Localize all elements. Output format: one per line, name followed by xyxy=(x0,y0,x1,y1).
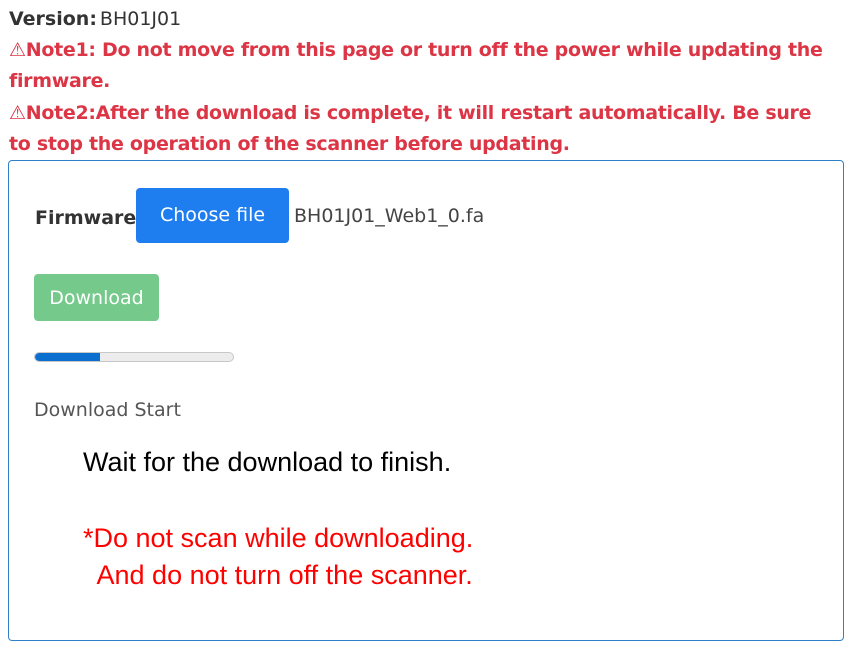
version-label: Version: xyxy=(9,8,97,30)
warning-icon: ⚠ xyxy=(9,102,26,124)
version-value: BH01J01 xyxy=(99,8,182,30)
note2-text: Note2:After the download is complete, it… xyxy=(9,102,812,155)
download-button[interactable]: Download xyxy=(34,274,159,321)
note1-warning: ⚠Note1: Do not move from this page or tu… xyxy=(9,35,839,97)
selected-file-name: BH01J01_Web1_0.fa xyxy=(294,205,485,227)
note1-text: Note1: Do not move from this page or tur… xyxy=(9,39,823,92)
version-line: Version: BH01J01 xyxy=(9,6,181,32)
download-progress-fill xyxy=(35,353,101,361)
download-status: Download Start xyxy=(34,399,181,421)
firmware-label: Firmware: xyxy=(35,207,144,229)
firmware-update-panel: Firmware: Choose file BH01J01_Web1_0.fa … xyxy=(8,160,844,641)
choose-file-button[interactable]: Choose file xyxy=(136,188,289,243)
wait-message: Wait for the download to finish. xyxy=(83,447,452,477)
download-progress-bar xyxy=(34,352,234,362)
scanner-warning-message: *Do not scan while downloading. And do n… xyxy=(83,523,474,590)
warning-icon: ⚠ xyxy=(9,39,26,61)
note2-warning: ⚠Note2:After the download is complete, i… xyxy=(9,98,839,160)
